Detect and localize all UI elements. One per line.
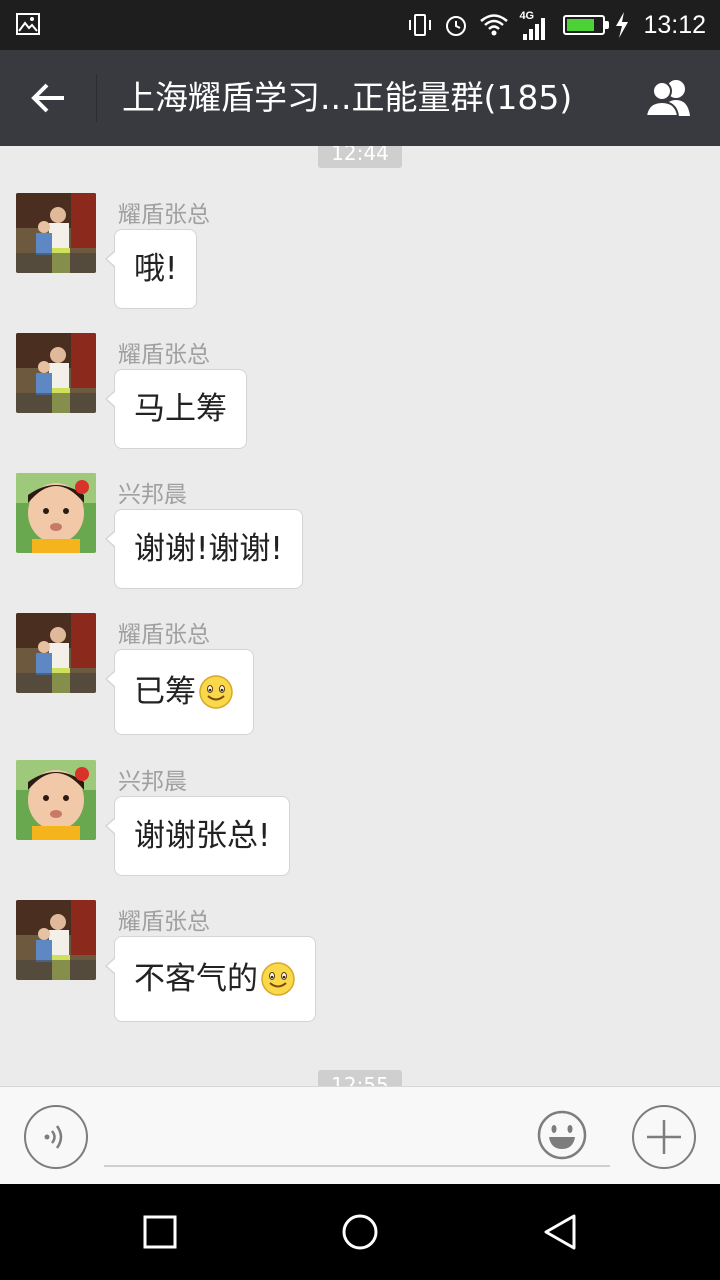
timestamp-chip: 12:44	[318, 146, 402, 168]
nav-back-button[interactable]	[534, 1206, 586, 1258]
avatar[interactable]	[16, 760, 96, 840]
chat-area[interactable]: 12:44 耀盾张总 哦! 耀盾张总 马上筹 兴邦晨 谢谢!谢谢! 耀盾张总 已…	[0, 146, 720, 1086]
message-bubble[interactable]: 马上筹	[105, 369, 247, 449]
home-button[interactable]	[334, 1206, 386, 1258]
group-members-icon	[644, 80, 690, 117]
sender-name: 兴邦晨	[118, 769, 187, 795]
message-text: 已筹	[134, 674, 196, 710]
message-text: 哦!	[134, 251, 178, 287]
message-bubble[interactable]: 谢谢张总!	[104, 796, 291, 876]
plus-icon	[647, 1120, 681, 1154]
more-button[interactable]	[632, 1105, 696, 1169]
voice-button[interactable]	[24, 1105, 88, 1169]
navigation-bar	[0, 1184, 720, 1280]
status-bar: 4G 13:12	[0, 0, 720, 50]
smile-emoji	[199, 675, 233, 709]
message-text: 谢谢!谢谢!	[134, 531, 283, 567]
vibrate-icon	[409, 14, 432, 36]
recent-apps-button[interactable]	[134, 1206, 186, 1258]
sender-name: 耀盾张总	[118, 622, 210, 648]
timestamp-chip: 12:55	[318, 1070, 402, 1086]
sender-name: 兴邦晨	[118, 482, 187, 508]
back-icon	[544, 1214, 576, 1250]
chat-header: 上海耀盾学习...正能量群(185)	[0, 50, 720, 146]
back-arrow-icon	[31, 83, 64, 113]
gallery-icon	[16, 13, 40, 35]
message-bubble[interactable]: 谢谢!谢谢!	[105, 509, 303, 589]
emoji-icon	[537, 1110, 587, 1160]
message-input[interactable]	[104, 1105, 610, 1167]
emoji-button[interactable]	[536, 1109, 588, 1161]
avatar[interactable]	[16, 473, 96, 553]
message-text: 谢谢张总!	[134, 818, 271, 854]
clock: 13:12	[643, 10, 706, 39]
home-icon	[342, 1214, 378, 1250]
signal-icon: 4G	[519, 10, 553, 40]
group-members-button[interactable]	[640, 72, 700, 124]
avatar[interactable]	[16, 193, 96, 273]
message-bubble[interactable]: 不客气的	[105, 936, 316, 1022]
sender-name: 耀盾张总	[118, 909, 210, 935]
message-bubble[interactable]: 已筹	[105, 649, 254, 735]
recent-apps-icon	[143, 1215, 177, 1249]
avatar[interactable]	[16, 613, 96, 693]
avatar[interactable]	[16, 333, 96, 413]
smile-emoji	[261, 962, 295, 996]
battery-fill	[567, 19, 595, 31]
sender-name: 耀盾张总	[118, 342, 210, 368]
message-bubble[interactable]: 哦!	[104, 229, 198, 309]
header-divider	[96, 74, 97, 122]
chat-title: 上海耀盾学习...正能量群(185)	[122, 78, 573, 117]
message-text: 不客气的	[134, 961, 258, 997]
status-icons: 4G 13:12	[407, 8, 706, 42]
sender-name: 耀盾张总	[118, 202, 210, 228]
voice-icon	[44, 1125, 63, 1149]
message-text: 马上筹	[134, 391, 227, 427]
battery-icon	[563, 15, 610, 35]
input-bar	[0, 1086, 720, 1184]
alarm-icon	[446, 16, 467, 36]
charging-icon	[616, 12, 629, 38]
wifi-icon	[480, 14, 509, 36]
avatar[interactable]	[16, 900, 96, 980]
back-button[interactable]	[0, 50, 96, 146]
